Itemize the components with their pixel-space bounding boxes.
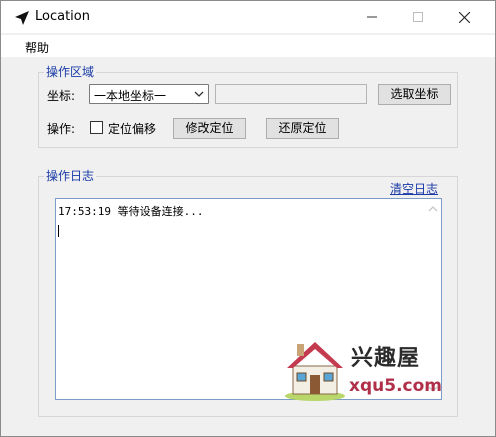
minimize-icon	[367, 16, 377, 18]
app-window: Location 帮助 操作区域 坐标: 一本地坐标一 选取坐标 操作: 定位偏…	[0, 0, 496, 437]
operation-label: 操作:	[47, 122, 76, 136]
text-caret	[58, 225, 59, 237]
maximize-icon	[413, 12, 423, 22]
offset-checkbox-label[interactable]: 定位偏移	[108, 120, 156, 137]
coord-select-value: 一本地坐标一	[94, 89, 167, 103]
watermark: 兴趣屋 xqu5.com	[279, 336, 442, 402]
offset-checkbox[interactable]	[90, 121, 103, 134]
maximize-button[interactable]	[395, 1, 441, 33]
coord-input[interactable]	[215, 84, 367, 104]
coord-label: 坐标:	[47, 89, 76, 103]
restore-location-button[interactable]: 还原定位	[266, 118, 339, 139]
watermark-name: 兴趣屋	[351, 346, 421, 371]
title-bar[interactable]: Location	[1, 1, 495, 33]
coord-select[interactable]: 一本地坐标一	[89, 84, 209, 104]
house-logo-icon	[285, 342, 345, 401]
pick-coord-button[interactable]: 选取坐标	[378, 84, 451, 105]
minimize-button[interactable]	[349, 1, 395, 33]
modify-location-button[interactable]: 修改定位	[173, 118, 246, 139]
menu-bar: 帮助	[1, 35, 495, 57]
log-group-legend: 操作日志	[44, 167, 97, 184]
scroll-up-icon[interactable]	[428, 205, 438, 213]
log-line: 17:53:19 等待设备连接...	[58, 205, 204, 218]
menu-help[interactable]: 帮助	[25, 39, 49, 56]
window-title: Location	[35, 9, 90, 24]
clear-log-link[interactable]: 清空日志	[390, 180, 438, 197]
close-icon	[458, 11, 470, 23]
location-arrow-icon	[15, 11, 29, 25]
operation-group-legend: 操作区域	[44, 63, 97, 80]
watermark-url: xqu5.com	[349, 376, 442, 396]
close-button[interactable]	[441, 1, 487, 33]
chevron-down-icon	[194, 91, 204, 97]
